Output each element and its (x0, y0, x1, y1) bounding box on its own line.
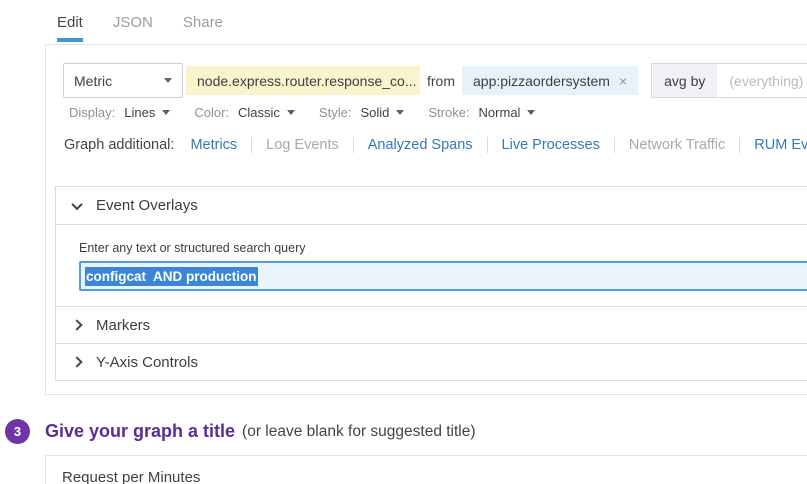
link-live-processes[interactable]: Live Processes (502, 137, 600, 153)
divider (486, 137, 488, 153)
link-analyzed-spans[interactable]: Analyzed Spans (368, 137, 473, 153)
display-label: Display: (69, 105, 116, 120)
color-value: Classic (238, 105, 280, 120)
chevron-down-icon (396, 110, 405, 115)
color-dropdown[interactable]: Color: Classic (194, 105, 295, 120)
graph-editor-panel: Metric node.express.router.response_co..… (45, 44, 807, 395)
group-by-placeholder: (everything) (729, 72, 804, 89)
query-type-select[interactable]: Metric (63, 63, 183, 98)
section-event-overlays-label: Event Overlays (96, 197, 198, 214)
chevron-right-icon (71, 356, 83, 368)
section-y-axis-controls[interactable]: Y-Axis Controls (56, 343, 807, 380)
chevron-down-icon (527, 110, 536, 115)
display-options-row: Display: Lines Color: Classic Style: Sol… (69, 105, 559, 120)
divider (739, 137, 741, 153)
tab-edit[interactable]: Edit (57, 14, 83, 42)
section-y-axis-label: Y-Axis Controls (96, 353, 198, 371)
query-type-value: Metric (74, 72, 113, 89)
section-event-overlays[interactable]: Event Overlays (56, 187, 807, 224)
event-search-label: Enter any text or structured search quer… (79, 241, 306, 255)
style-value: Solid (360, 105, 390, 120)
color-label: Color: (194, 105, 230, 120)
metric-name-field[interactable]: node.express.router.response_co... (186, 66, 420, 95)
link-log-events: Log Events (266, 137, 339, 153)
metric-name-value: node.express.router.response_co... (197, 72, 417, 89)
display-value: Lines (124, 105, 156, 120)
chevron-down-icon (162, 110, 171, 115)
link-rum-events[interactable]: RUM Events (754, 137, 807, 153)
stroke-value: Normal (478, 105, 521, 120)
event-overlays-body: Enter any text or structured search quer… (56, 224, 807, 306)
aggregator-value: avg by (664, 72, 706, 89)
divider (613, 137, 615, 153)
tab-share[interactable]: Share (183, 14, 223, 42)
graph-title-value: Request per Minutes (62, 469, 201, 484)
graph-editor-screen: Edit JSON Share Metric node.express.rout… (0, 0, 807, 484)
remove-tag-icon[interactable]: × (619, 73, 627, 89)
chevron-right-icon (71, 319, 83, 331)
aggregation-group: avg by (everything) as (651, 63, 807, 98)
graph-title-panel[interactable]: Request per Minutes (45, 455, 807, 484)
stroke-dropdown[interactable]: Stroke: Normal (428, 105, 536, 120)
step-subtitle: (or leave blank for suggested title) (242, 422, 476, 440)
tab-json[interactable]: JSON (113, 14, 153, 42)
event-search-value-selected: configcat AND production (85, 266, 258, 286)
filter-tag-chip[interactable]: app:pizzaordersystem × (462, 66, 639, 95)
graph-options-accordion: Event Overlays Enter any text or structu… (55, 186, 807, 381)
group-by-input[interactable]: (everything) (717, 64, 807, 97)
display-dropdown[interactable]: Display: Lines (69, 105, 171, 120)
event-search-input[interactable]: configcat AND production (79, 261, 807, 291)
step-title: Give your graph a title (45, 421, 236, 441)
chevron-down-icon (286, 110, 295, 115)
style-label: Style: (318, 105, 352, 120)
stroke-label: Stroke: (428, 105, 470, 120)
aggregator-button[interactable]: avg by (652, 64, 718, 97)
step-3-heading: 3 Give your graph a title (or leave blan… (5, 419, 476, 444)
link-metrics[interactable]: Metrics (190, 137, 237, 153)
chevron-down-icon (71, 198, 83, 210)
chevron-down-icon (164, 78, 172, 83)
metric-query-row: Metric node.express.router.response_co..… (63, 63, 807, 98)
query-scope-group: node.express.router.response_co... from … (186, 63, 639, 98)
section-markers-label: Markers (96, 316, 151, 334)
step-number-badge: 3 (5, 419, 30, 444)
divider (352, 137, 354, 153)
editor-tabs: Edit JSON Share (57, 14, 223, 42)
section-markers[interactable]: Markers (56, 306, 807, 343)
divider (251, 137, 253, 153)
filter-tag-value: app:pizzaordersystem (473, 72, 610, 89)
link-network-traffic: Network Traffic (628, 137, 726, 153)
graph-additional-row: Graph additional: Metrics Log Events Ana… (64, 137, 807, 153)
style-dropdown[interactable]: Style: Solid (318, 105, 405, 120)
graph-additional-label: Graph additional: (64, 137, 175, 153)
from-label: from (427, 72, 455, 89)
